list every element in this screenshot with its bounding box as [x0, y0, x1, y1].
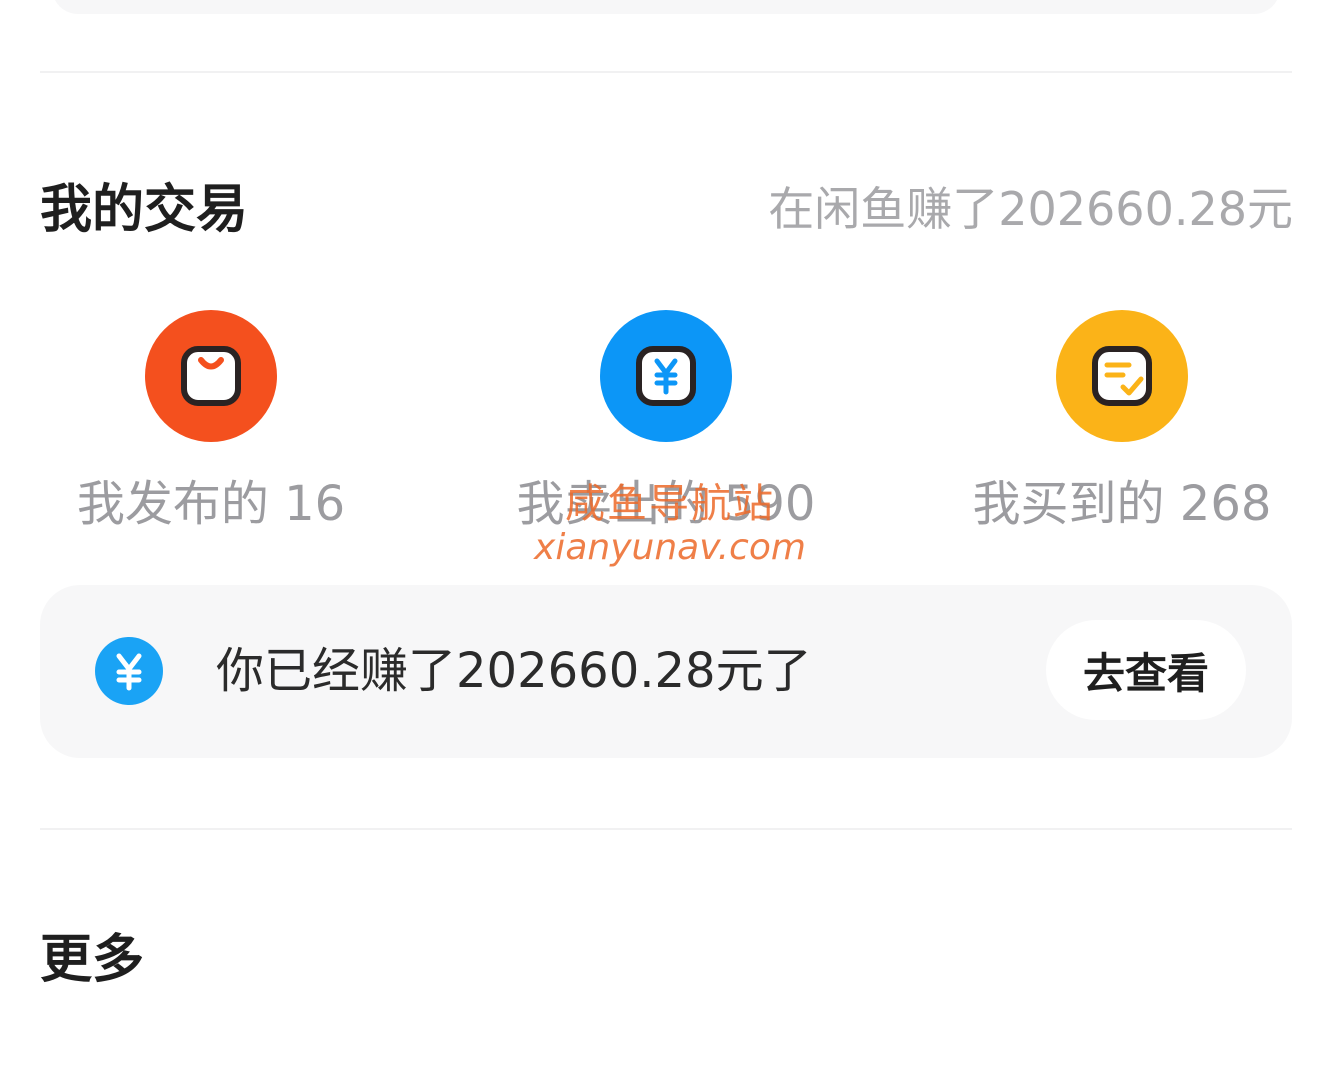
order-check-icon — [1056, 310, 1188, 442]
earnings-banner[interactable]: 你已经赚了202660.28元了 去查看 — [40, 585, 1292, 758]
my-trade-title: 我的交易 — [40, 180, 249, 240]
bought-label: 我买到的 268 — [972, 476, 1272, 532]
my-trade-page: 我的交易 在闲鱼赚了202660.28元 我发布的 16 我卖出的 590 我买… — [0, 0, 1331, 1080]
more-title: 更多 — [40, 930, 145, 990]
view-button[interactable]: 去查看 — [1046, 620, 1246, 720]
yuan-icon — [600, 310, 732, 442]
yuan-coin-icon — [95, 637, 163, 705]
earned-summary[interactable]: 在闲鱼赚了202660.28元 — [768, 186, 1293, 232]
earnings-text: 你已经赚了202660.28元了 — [216, 643, 812, 699]
published-label: 我发布的 16 — [76, 476, 346, 532]
published-entry[interactable]: 我发布的 16 — [31, 310, 391, 528]
divider — [40, 828, 1292, 830]
sold-label: 我卖出的 590 — [516, 476, 816, 532]
divider — [40, 71, 1292, 73]
shopping-bag-icon — [145, 310, 277, 442]
previous-card-edge — [52, 0, 1280, 14]
watermark-url: xianyunav.com — [534, 527, 806, 568]
sold-entry[interactable]: 我卖出的 590 — [486, 310, 846, 528]
bought-entry[interactable]: 我买到的 268 — [942, 310, 1302, 528]
